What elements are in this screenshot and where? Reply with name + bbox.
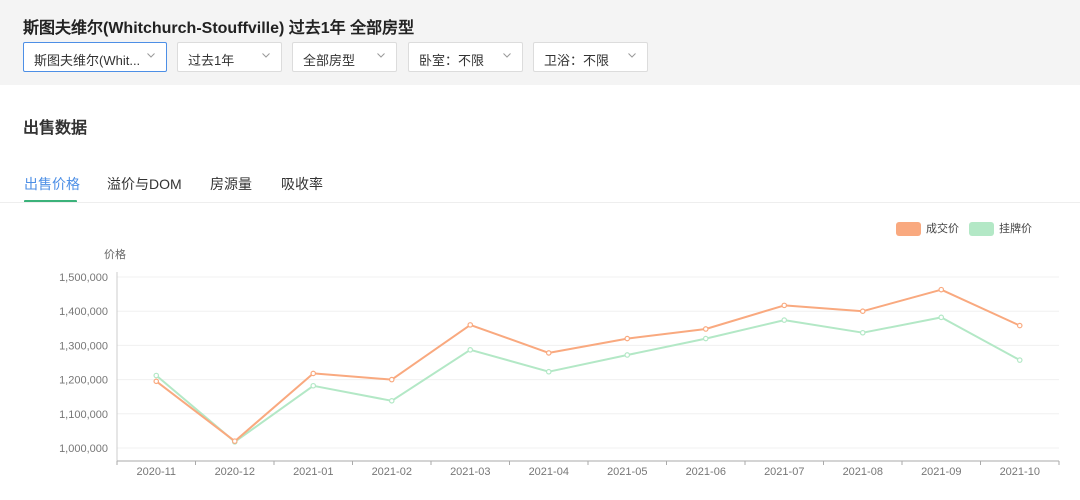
x-tick-label: 2020-12 xyxy=(215,466,255,478)
x-tick-label: 2021-01 xyxy=(293,466,333,478)
legend-swatch-sold xyxy=(896,222,921,236)
data-point-sold[interactable] xyxy=(310,370,317,377)
chevron-down-icon xyxy=(147,51,155,59)
tab-premium-dom[interactable]: 溢价与DOM xyxy=(107,174,182,194)
data-point-listed[interactable] xyxy=(467,347,474,353)
bathrooms-select-value: 卫浴：不限 xyxy=(544,53,610,68)
data-point-listed[interactable] xyxy=(545,368,552,375)
property-type-select[interactable]: 全部房型 xyxy=(292,42,397,72)
x-tick-label: 2021-04 xyxy=(529,466,569,478)
y-tick-label: 1,300,000 xyxy=(59,340,108,352)
y-tick-label: 1,000,000 xyxy=(59,443,108,455)
property-type-select-value: 全部房型 xyxy=(303,53,356,68)
data-point-sold[interactable] xyxy=(781,302,788,309)
section-title: 出售数据 xyxy=(23,120,88,137)
y-tick-label: 1,100,000 xyxy=(59,409,108,421)
chevron-down-icon xyxy=(503,51,511,59)
y-tick-label: 1,200,000 xyxy=(59,375,108,387)
x-tick-label: 2021-03 xyxy=(450,466,490,478)
price-line-chart: 价格 1,000,000 1,100,000 1,200,000 1,300,000 1,… xyxy=(59,247,1060,478)
filter-bar: 斯图夫维尔(Whitchurch-Stouffville) 过去1年 全部房型 … xyxy=(0,0,1080,85)
legend-label-listed: 挂牌价 xyxy=(999,223,1032,235)
region-select[interactable]: 斯图夫维尔(Whit... xyxy=(23,42,167,72)
chevron-down-icon xyxy=(377,51,385,59)
data-point-listed[interactable] xyxy=(624,352,631,358)
chevron-down-icon xyxy=(262,51,270,59)
legend-swatch-listed xyxy=(969,222,994,236)
period-select-value: 过去1年 xyxy=(188,53,235,68)
data-point-sold[interactable] xyxy=(702,326,709,332)
data-point-listed[interactable] xyxy=(859,329,866,336)
y-axis-title: 价格 xyxy=(104,247,126,261)
chevron-down-icon xyxy=(628,51,636,59)
page-title: 斯图夫维尔(Whitchurch-Stouffville) 过去1年 全部房型 xyxy=(23,20,415,37)
data-point-listed[interactable] xyxy=(781,317,788,323)
data-point-listed[interactable] xyxy=(153,372,160,379)
data-point-sold[interactable] xyxy=(938,286,945,293)
bedrooms-select[interactable]: 卧室：不限 xyxy=(408,42,523,72)
data-point-listed[interactable] xyxy=(1016,357,1023,363)
data-point-sold[interactable] xyxy=(624,335,631,342)
data-point-listed[interactable] xyxy=(702,335,709,342)
bathrooms-select[interactable]: 卫浴：不限 xyxy=(533,42,648,72)
data-point-sold[interactable] xyxy=(388,376,395,383)
period-select[interactable]: 过去1年 xyxy=(177,42,282,72)
x-tick-label: 2021-05 xyxy=(607,466,647,478)
tabs-divider xyxy=(0,202,1080,203)
x-tick-label: 2021-09 xyxy=(921,466,961,478)
data-point-listed[interactable] xyxy=(388,398,395,404)
data-point-sold[interactable] xyxy=(231,438,238,444)
data-point-sold[interactable] xyxy=(545,350,552,356)
data-point-sold[interactable] xyxy=(1016,322,1023,329)
tab-absorption-rate[interactable]: 吸收率 xyxy=(281,174,323,194)
data-point-sold[interactable] xyxy=(467,322,474,328)
data-point-listed[interactable] xyxy=(938,314,945,321)
x-tick-label: 2021-08 xyxy=(843,466,883,478)
bedrooms-select-value: 卧室：不限 xyxy=(419,53,485,68)
data-point-listed[interactable] xyxy=(310,382,317,389)
tab-listings[interactable]: 房源量 xyxy=(210,174,252,194)
x-tick-label: 2021-06 xyxy=(686,466,726,478)
data-point-sold[interactable] xyxy=(859,308,866,315)
data-point-sold[interactable] xyxy=(153,378,160,385)
series-line-sold xyxy=(155,288,1021,443)
x-tick-label: 2021-02 xyxy=(372,466,412,478)
legend-label-sold: 成交价 xyxy=(926,223,959,235)
x-tick-label: 2020-11 xyxy=(136,466,176,478)
x-tick-label: 2021-10 xyxy=(1000,466,1040,478)
y-tick-label: 1,400,000 xyxy=(59,306,108,318)
region-select-value: 斯图夫维尔(Whit... xyxy=(34,53,141,68)
y-tick-label: 1,500,000 xyxy=(59,272,108,284)
x-tick-label: 2021-07 xyxy=(764,466,804,478)
tab-sale-price[interactable]: 出售价格 xyxy=(24,174,80,194)
